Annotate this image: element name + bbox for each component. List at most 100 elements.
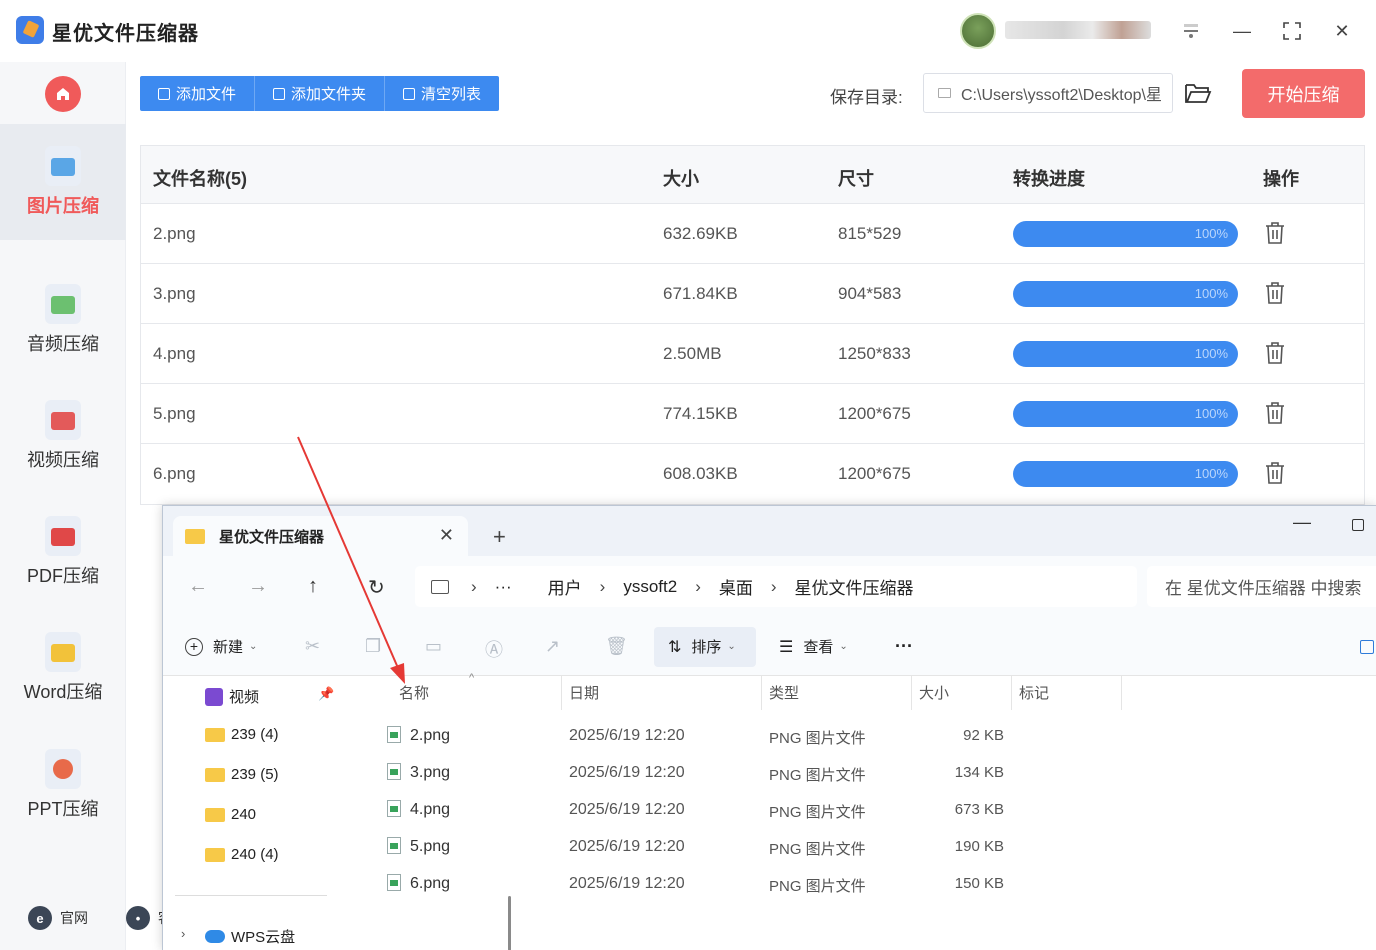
- save-dir-input[interactable]: C:\Users\yssoft2\Desktop\星: [923, 73, 1173, 113]
- nav-item-folder[interactable]: 239 (5): [205, 766, 279, 783]
- breadcrumb-item[interactable]: 星优文件压缩器: [795, 574, 914, 599]
- column-divider[interactable]: [911, 676, 912, 710]
- nav-divider: [175, 895, 327, 896]
- table-row: 4.png 2.50MB 1250*833 100%: [141, 324, 1364, 384]
- nav-item-folder[interactable]: 240 (4): [205, 846, 279, 863]
- up-icon[interactable]: ↑: [308, 575, 318, 598]
- paste-icon[interactable]: ▭: [425, 636, 445, 656]
- file-row[interactable]: 3.png 2025/6/19 12:20 PNG 图片文件 134 KB: [359, 755, 1119, 792]
- close-tab-icon[interactable]: ✕: [439, 525, 454, 546]
- nav-item-wps-cloud[interactable]: WPS云盘: [205, 926, 295, 947]
- rename-icon[interactable]: Ⓐ: [485, 636, 505, 660]
- share-icon[interactable]: ↗: [545, 636, 565, 656]
- minimize-button[interactable]: —: [1222, 12, 1262, 50]
- add-folder-button[interactable]: 添加文件夹: [255, 76, 386, 111]
- breadcrumb-more-icon[interactable]: ···: [495, 577, 512, 597]
- file-row[interactable]: 2.png 2025/6/19 12:20 PNG 图片文件 92 KB: [359, 718, 1119, 755]
- file-type: PNG 图片文件: [769, 841, 866, 858]
- column-divider[interactable]: [1011, 676, 1012, 710]
- nav-item-label: 视频: [229, 689, 260, 706]
- breadcrumb-item[interactable]: 桌面: [719, 574, 753, 599]
- details-pane-icon[interactable]: [1360, 640, 1374, 654]
- sidebar-item-ppt[interactable]: PPT压缩: [0, 727, 126, 843]
- file-row[interactable]: 4.png 2025/6/19 12:20 PNG 图片文件 673 KB: [359, 792, 1119, 829]
- breadcrumb-item[interactable]: yssoft2: [623, 577, 677, 597]
- nav-item-folder[interactable]: 240: [205, 806, 256, 823]
- website-link[interactable]: e 官网: [28, 906, 88, 930]
- col-dimension: 尺寸: [838, 169, 874, 189]
- delete-icon[interactable]: [1265, 341, 1285, 365]
- nav-item-videos[interactable]: 视频: [205, 686, 259, 707]
- col-header-name[interactable]: 名称: [399, 682, 429, 703]
- settings-icon[interactable]: [1171, 12, 1211, 50]
- delete-icon[interactable]: [1265, 221, 1285, 245]
- cut-icon[interactable]: ✂: [305, 636, 325, 656]
- clear-list-button[interactable]: 清空列表: [385, 76, 499, 111]
- file-name: 3.png: [410, 764, 451, 781]
- forward-icon[interactable]: →: [248, 575, 268, 598]
- copy-icon[interactable]: ❐: [365, 636, 385, 656]
- png-file-icon: [387, 837, 401, 854]
- col-header-size[interactable]: 大小: [919, 682, 949, 703]
- file-icon: [158, 87, 170, 100]
- sidebar-item-label: PPT压缩: [27, 799, 99, 819]
- sidebar-item-word[interactable]: Word压缩: [0, 610, 126, 726]
- sidebar-item-image[interactable]: 图片压缩: [0, 124, 126, 240]
- file-name: 6.png: [153, 464, 196, 483]
- file-size: 150 KB: [954, 875, 1004, 892]
- file-name: 2.png: [410, 727, 451, 744]
- nav-item-folder[interactable]: 239 (4): [205, 726, 279, 743]
- explorer-search-input[interactable]: 在 星优文件压缩器 中搜索: [1147, 566, 1376, 607]
- close-button[interactable]: ✕: [1322, 12, 1362, 50]
- col-header-type[interactable]: 类型: [769, 682, 799, 703]
- delete-icon[interactable]: 🗑: [605, 636, 628, 656]
- sidebar-item-audio[interactable]: 音频压缩: [0, 262, 126, 378]
- column-divider[interactable]: [561, 676, 562, 710]
- maximize-button[interactable]: [1272, 12, 1312, 50]
- chevron-right-icon[interactable]: ›: [181, 926, 185, 941]
- start-compress-button[interactable]: 开始压缩: [1242, 69, 1365, 118]
- explorer-maximize-button[interactable]: [1352, 519, 1364, 531]
- user-avatar[interactable]: [960, 13, 996, 49]
- file-date: 2025/6/19 12:20: [569, 801, 685, 818]
- delete-icon[interactable]: [1265, 281, 1285, 305]
- browse-folder-icon[interactable]: [1184, 80, 1212, 106]
- column-divider[interactable]: [1121, 676, 1122, 710]
- explorer-tab[interactable]: 星优文件压缩器 ✕: [173, 516, 468, 556]
- file-name: 5.png: [153, 404, 196, 423]
- chevron-down-icon: ⌄: [839, 641, 848, 652]
- file-size: 134 KB: [954, 764, 1004, 781]
- file-type: PNG 图片文件: [769, 767, 866, 784]
- word-icon: [45, 632, 81, 672]
- column-divider[interactable]: [761, 676, 762, 710]
- explorer-nav-bar: ← → ↑ ↻ › ··· 用户 › yssoft2 › 桌面 › 星优文件压缩…: [163, 556, 1376, 618]
- more-options-button[interactable]: ···: [895, 636, 913, 657]
- file-date: 2025/6/19 12:20: [569, 838, 685, 855]
- col-header-date[interactable]: 日期: [569, 682, 599, 703]
- folder-icon: [205, 807, 225, 822]
- file-row[interactable]: 6.png 2025/6/19 12:20 PNG 图片文件 150 KB: [359, 866, 1119, 903]
- progress-bar: 100%: [1013, 221, 1238, 247]
- progress-bar: 100%: [1013, 341, 1238, 367]
- back-icon[interactable]: ←: [188, 575, 208, 598]
- new-tab-button[interactable]: +: [493, 524, 506, 550]
- address-bar[interactable]: › ··· 用户 › yssoft2 › 桌面 › 星优文件压缩器: [415, 566, 1137, 607]
- save-dir-label: 保存目录:: [830, 88, 903, 107]
- refresh-icon[interactable]: ↻: [368, 575, 385, 600]
- file-row[interactable]: 5.png 2025/6/19 12:20 PNG 图片文件 190 KB: [359, 829, 1119, 866]
- new-button[interactable]: + 新建 ⌄: [185, 636, 257, 657]
- delete-icon[interactable]: [1265, 401, 1285, 425]
- add-file-button[interactable]: 添加文件: [140, 76, 256, 111]
- col-action: 操作: [1263, 169, 1299, 189]
- home-button[interactable]: [45, 76, 81, 112]
- explorer-minimize-button[interactable]: —: [1293, 512, 1311, 533]
- pin-icon[interactable]: 📌: [318, 686, 334, 702]
- png-file-icon: [387, 726, 401, 743]
- breadcrumb-item[interactable]: 用户: [548, 574, 582, 599]
- col-header-tag[interactable]: 标记: [1019, 682, 1049, 703]
- view-button[interactable]: ☰ 查看 ⌄: [779, 636, 848, 657]
- sidebar-item-video[interactable]: 视频压缩: [0, 378, 126, 494]
- sidebar-item-pdf[interactable]: PDF压缩: [0, 494, 126, 610]
- progress-text: 100%: [1194, 466, 1228, 481]
- delete-icon[interactable]: [1265, 461, 1285, 485]
